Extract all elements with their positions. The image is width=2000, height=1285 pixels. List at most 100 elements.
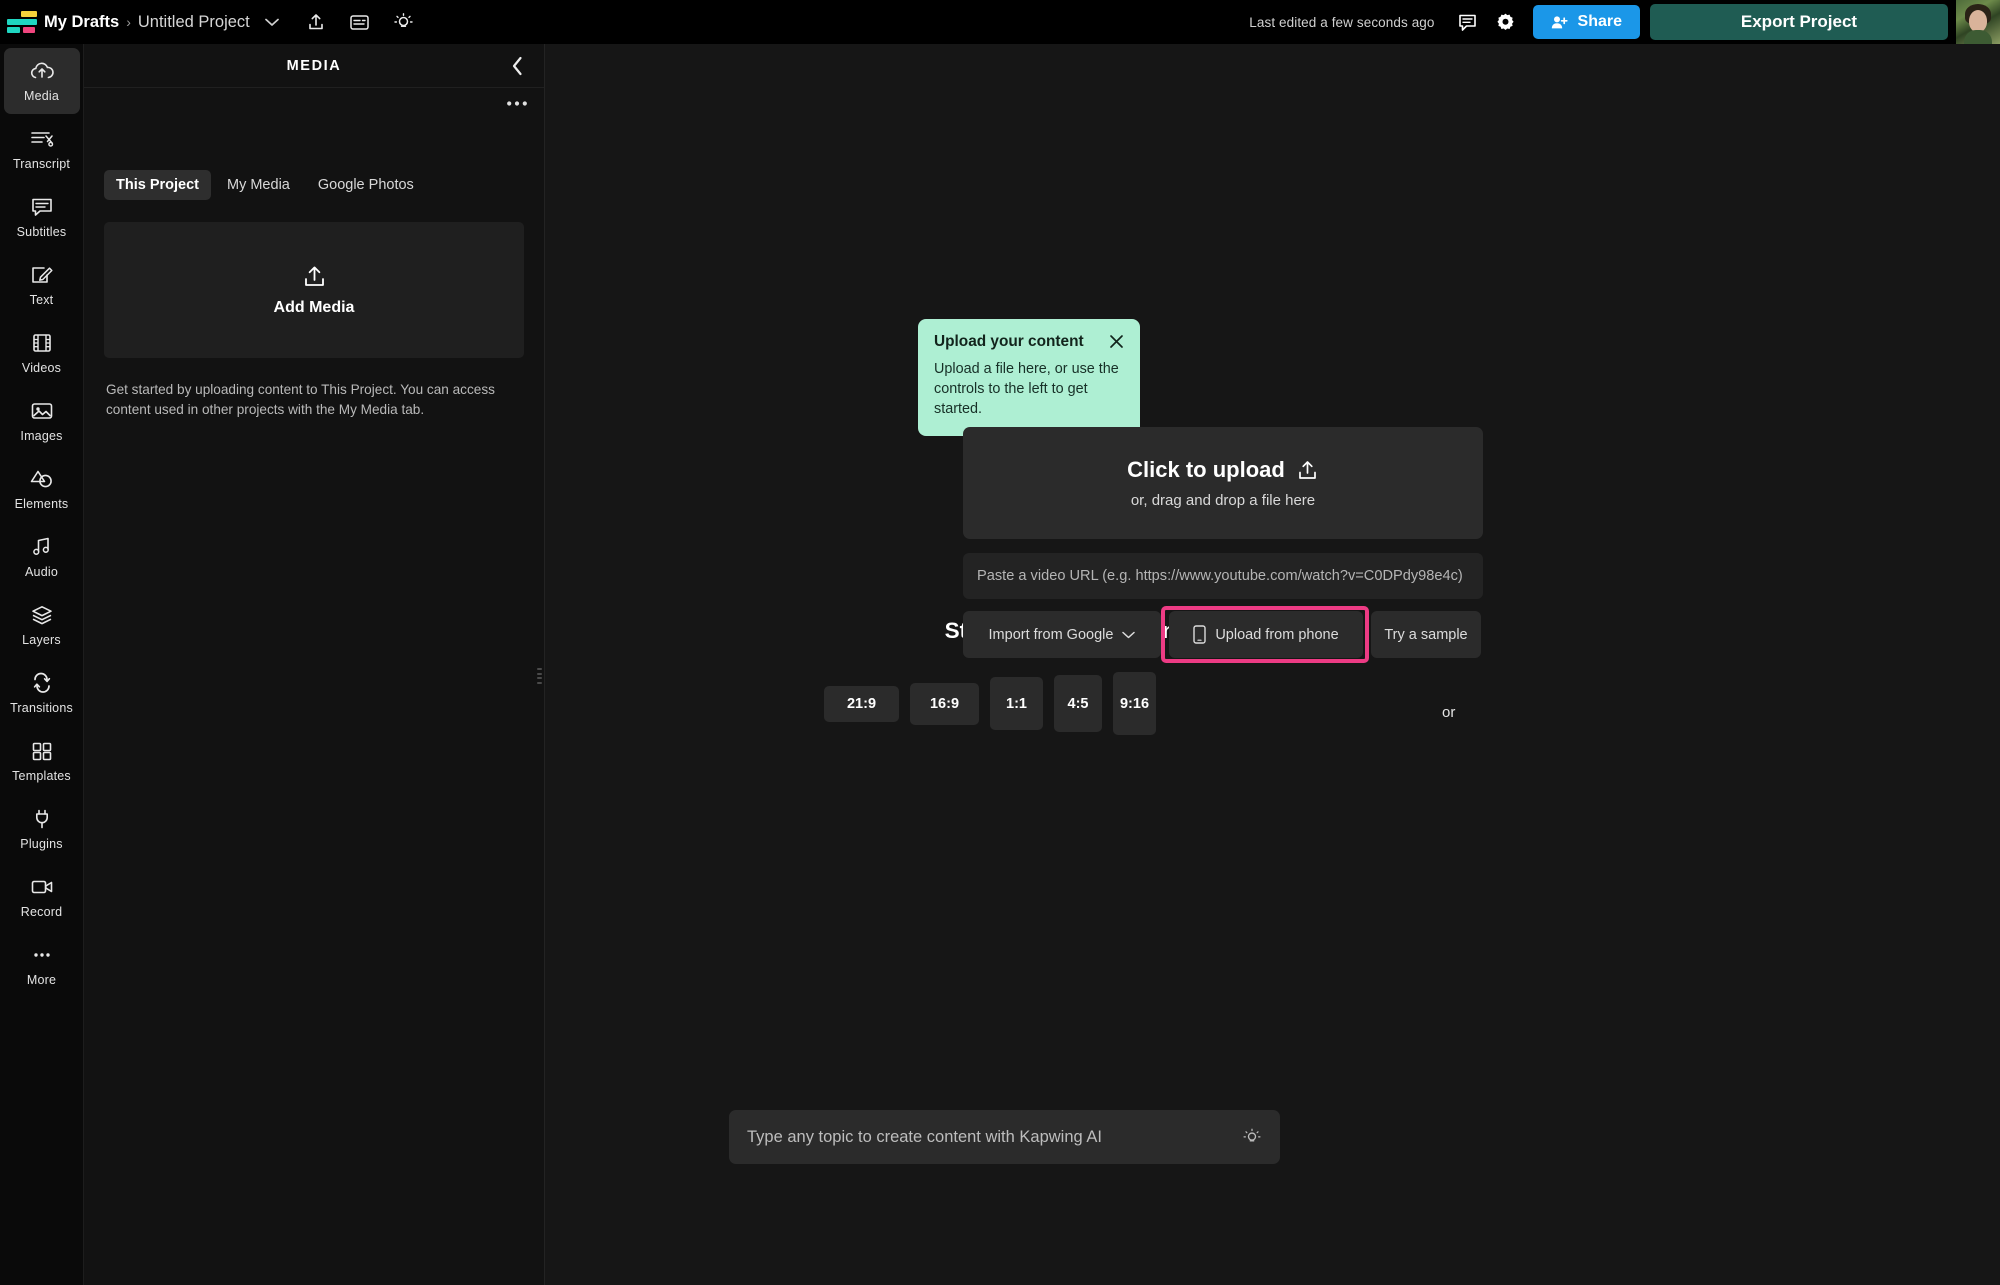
sidebar-item-label: Elements: [14, 497, 69, 511]
layers-icon: [29, 603, 55, 627]
sidebar-item-layers[interactable]: Layers: [4, 592, 80, 658]
upload-options-column: Click to upload or, drag and drop a file…: [963, 427, 1483, 663]
sidebar-item-templates[interactable]: Templates: [4, 728, 80, 794]
sidebar-item-more[interactable]: More: [4, 932, 80, 998]
ratio-button-21-9[interactable]: 21:9: [824, 685, 899, 722]
sidebar-item-label: Subtitles: [16, 225, 67, 239]
kapwing-ai-input[interactable]: Type any topic to create content with Ka…: [729, 1110, 1280, 1164]
music-note-icon: [29, 535, 55, 559]
breadcrumb-my-drafts[interactable]: My Drafts: [44, 13, 119, 32]
sidebar-item-media[interactable]: Media: [3, 48, 80, 114]
captions-icon[interactable]: [341, 3, 379, 41]
upload-icon: [301, 264, 328, 290]
sidebar-item-transcript[interactable]: Transcript: [4, 116, 80, 182]
share-button[interactable]: Share: [1532, 5, 1640, 39]
comment-icon[interactable]: [1449, 3, 1487, 41]
top-bar: My Drafts › Untitled Project Last edited…: [0, 0, 2000, 44]
export-button-label: Export Project: [1740, 12, 1858, 31]
last-edited-status: Last edited a few seconds ago: [1249, 14, 1435, 30]
tab-google-photos[interactable]: Google Photos: [306, 170, 426, 200]
ratio-label: 4:5: [1067, 695, 1089, 712]
gear-icon[interactable]: [1487, 3, 1525, 41]
export-project-button[interactable]: Export Project: [1650, 4, 1948, 40]
upload-icon[interactable]: [297, 3, 335, 41]
sidebar-item-images[interactable]: Images: [4, 388, 80, 454]
sidebar-item-plugins[interactable]: Plugins: [4, 796, 80, 862]
cloud-upload-icon: [29, 59, 55, 83]
chevron-left-icon[interactable]: [504, 53, 530, 79]
ratio-label: 21:9: [846, 695, 877, 712]
kapwing-logo[interactable]: [0, 0, 44, 44]
aspect-ratio-options: 21:9 16:9 1:1 4:5 9:16: [769, 672, 1389, 735]
sidebar-item-text[interactable]: Text: [4, 252, 80, 318]
more-options-icon[interactable]: [506, 100, 528, 107]
ratio-button-1-1[interactable]: 1:1: [990, 677, 1043, 730]
shapes-icon: [29, 467, 55, 491]
tab-label: Google Photos: [317, 177, 414, 193]
sidebar-item-label: Transitions: [10, 701, 73, 715]
video-url-placeholder: Paste a video URL (e.g. https://www.yout…: [977, 568, 1463, 584]
sidebar-item-videos[interactable]: Videos: [4, 320, 80, 386]
media-source-tabs: This Project My Media Google Photos: [84, 88, 544, 200]
chevron-down-icon[interactable]: [264, 18, 279, 27]
ratio-button-16-9[interactable]: 16:9: [910, 682, 979, 725]
video-url-input[interactable]: Paste a video URL (e.g. https://www.yout…: [963, 553, 1483, 599]
close-icon[interactable]: [1109, 334, 1124, 349]
transitions-arrows-icon: [29, 671, 55, 695]
plug-icon: [29, 807, 55, 831]
sidebar-item-subtitles[interactable]: Subtitles: [4, 184, 80, 250]
panel-title: MEDIA: [286, 57, 342, 74]
share-people-icon: [1551, 15, 1570, 30]
breadcrumb: My Drafts › Untitled Project: [44, 13, 279, 32]
try-a-sample-button[interactable]: Try a sample: [1371, 611, 1481, 658]
chevron-down-icon: [1122, 631, 1136, 639]
sidebar-item-record[interactable]: Record: [4, 864, 80, 930]
import-from-google-button[interactable]: Import from Google: [963, 611, 1161, 658]
breadcrumb-separator: ›: [126, 14, 131, 30]
share-button-label: Share: [1577, 13, 1622, 30]
canvas-stage: Start with a blank canvas 21:9 16:9 1:1 …: [545, 44, 2000, 1285]
import-from-google-label: Import from Google: [988, 626, 1114, 643]
media-panel-help-text: Get started by uploading content to This…: [106, 382, 495, 417]
sidebar-item-label: Plugins: [20, 837, 63, 851]
film-strip-icon: [29, 331, 55, 355]
avatar[interactable]: [1956, 0, 2000, 44]
tooltip-body: Upload a file here, or use the controls …: [934, 361, 1119, 417]
sidebar-item-elements[interactable]: Elements: [4, 456, 80, 522]
sidebar-item-label: Audio: [25, 565, 58, 579]
ratio-label: 9:16: [1119, 695, 1150, 712]
sidebar-item-label: Text: [29, 293, 54, 307]
sidebar-item-label: Images: [20, 429, 63, 443]
left-tool-rail: Media Transcript Subtitles Text Videos I…: [0, 44, 84, 1285]
sidebar-item-label: Transcript: [12, 157, 71, 171]
sidebar-item-label: Record: [20, 905, 63, 919]
sidebar-item-label: More: [26, 973, 57, 987]
grid-squares-icon: [29, 739, 55, 763]
sidebar-item-label: Layers: [22, 633, 61, 647]
tab-this-project[interactable]: This Project: [104, 170, 211, 200]
upload-from-phone-label: Upload from phone: [1215, 626, 1339, 643]
upload-from-phone-button[interactable]: Upload from phone: [1169, 611, 1363, 658]
tab-label: This Project: [116, 177, 199, 193]
sidebar-item-audio[interactable]: Audio: [4, 524, 80, 590]
add-media-label: Add Media: [273, 298, 355, 316]
ratio-button-4-5[interactable]: 4:5: [1054, 675, 1102, 732]
upload-source-buttons: Import from Google Upload from phone Try…: [963, 611, 1483, 658]
tab-my-media[interactable]: My Media: [215, 170, 302, 200]
panel-resize-handle[interactable]: [537, 668, 542, 684]
or-separator-label: or: [1442, 704, 1456, 721]
sidebar-item-label: Media: [23, 89, 60, 103]
kapwing-ai-placeholder: Type any topic to create content with Ka…: [747, 1127, 1102, 1146]
lightbulb-icon[interactable]: [1242, 1127, 1262, 1148]
add-media-dropzone[interactable]: Add Media: [104, 222, 524, 358]
click-to-upload-label: Click to upload: [1127, 457, 1285, 482]
sidebar-item-transitions[interactable]: Transitions: [4, 660, 80, 726]
ratio-button-9-16[interactable]: 9:16: [1113, 672, 1156, 735]
topbar-action-icons: [297, 3, 423, 41]
lightbulb-icon[interactable]: [385, 3, 423, 41]
ratio-label: 16:9: [929, 695, 960, 712]
breadcrumb-project-name[interactable]: Untitled Project: [138, 13, 250, 32]
click-to-upload-dropzone[interactable]: Click to upload or, drag and drop a file…: [963, 427, 1483, 539]
video-camera-icon: [29, 875, 55, 899]
media-panel: MEDIA This Project My Media Google Photo…: [84, 44, 545, 1285]
